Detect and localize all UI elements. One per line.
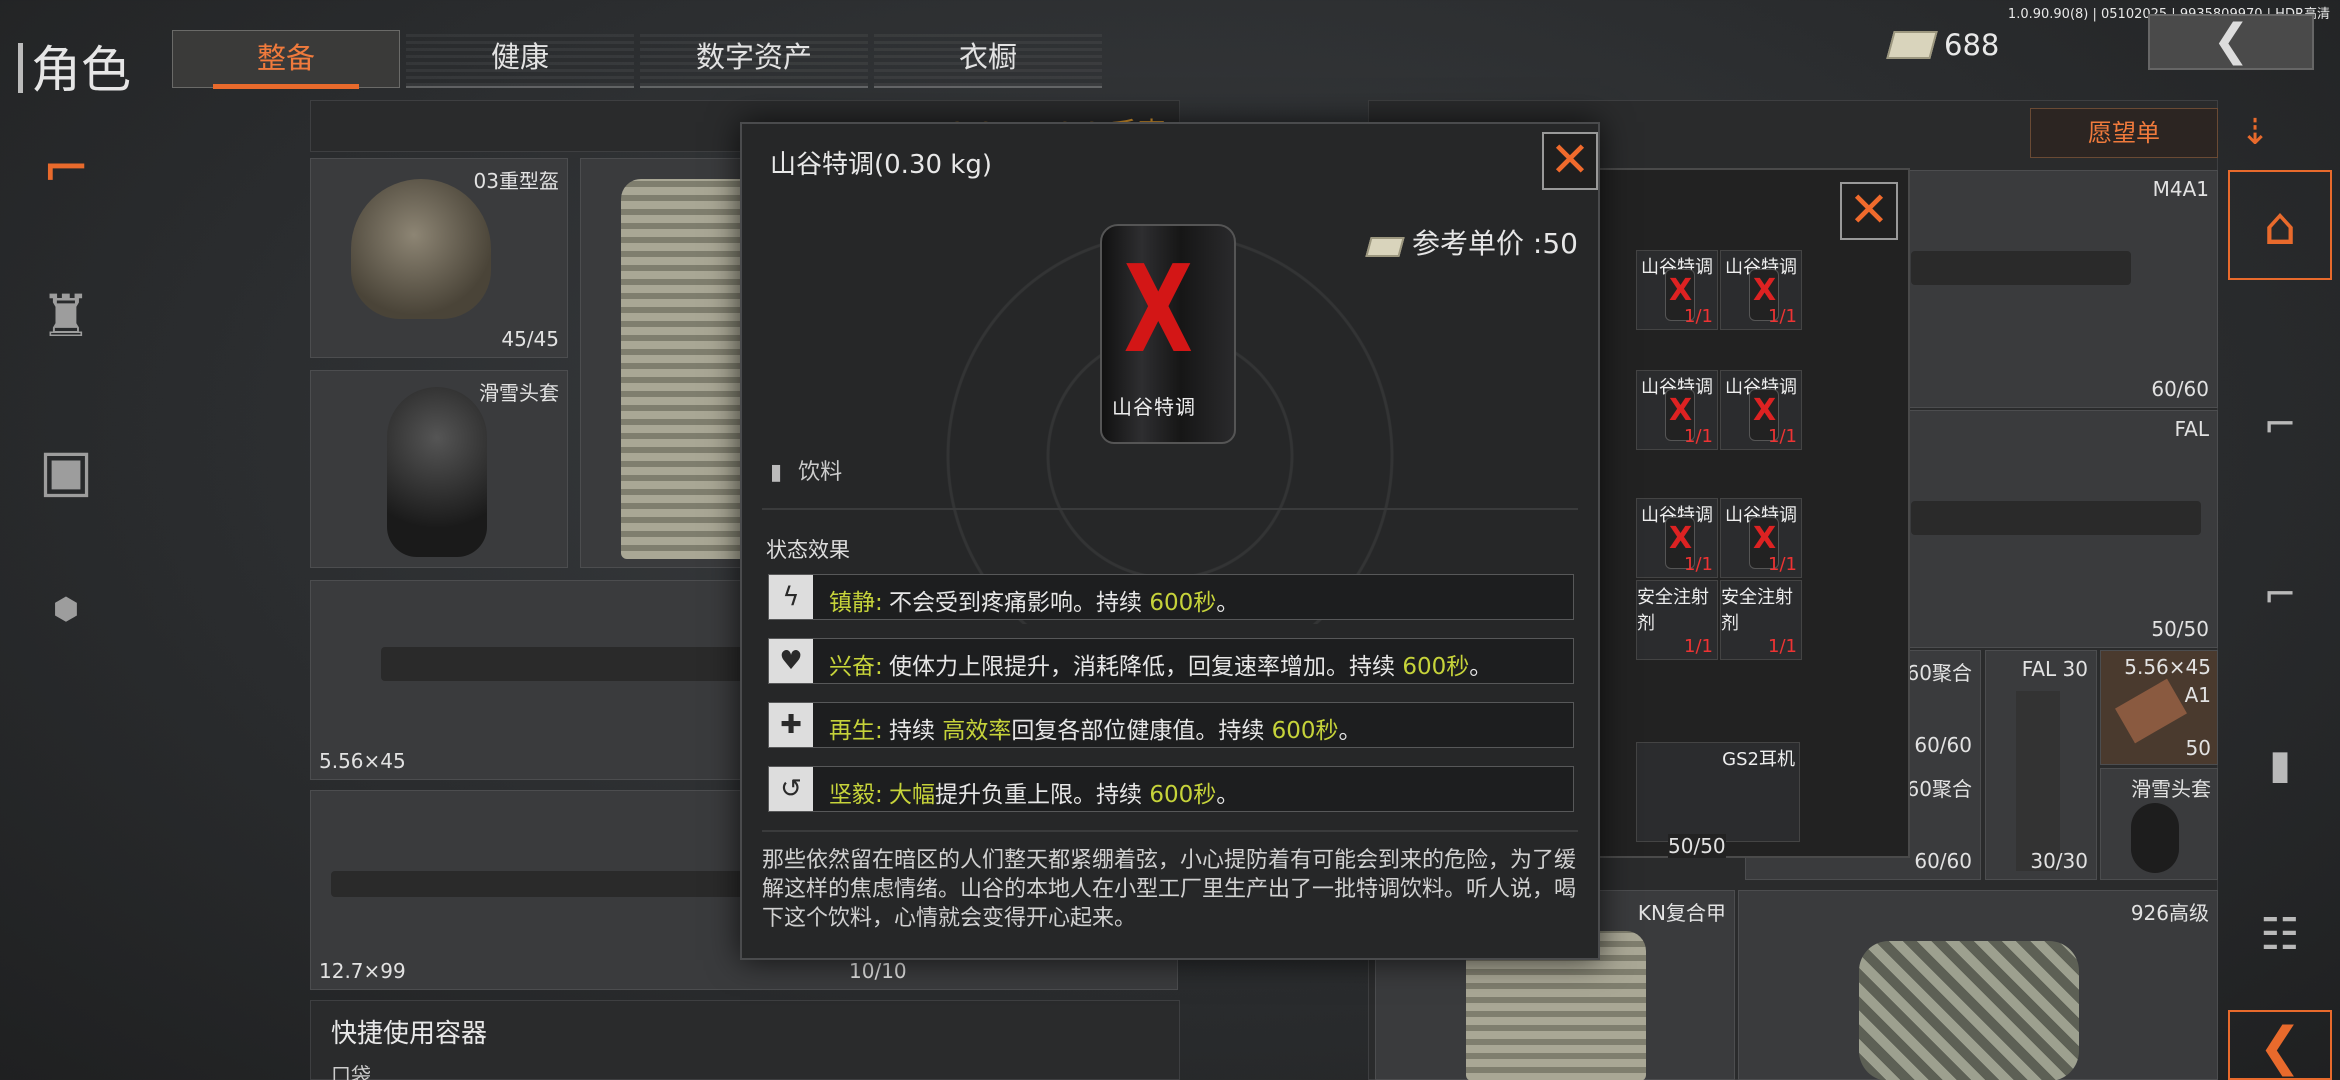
effect-row: ♥ 兴奋: 使体力上限提升，消耗降低，回复速率增加。持续 600秒。	[768, 638, 1574, 684]
gun-icon[interactable]: ⌐	[28, 130, 104, 206]
quick-container[interactable]: 快捷使用容器 口袋	[310, 1000, 1180, 1080]
tab-equip[interactable]: 整备	[172, 30, 400, 89]
cash-icon	[1365, 237, 1405, 257]
page-title: 角色	[18, 30, 131, 102]
cash-icon	[1886, 31, 1938, 59]
home-icon[interactable]: ⌂	[2228, 170, 2332, 280]
sort-icon[interactable]: ⇣	[2240, 112, 2270, 153]
syringe-item[interactable]: 安全注射剂 1/1	[1636, 580, 1718, 660]
tab-digital-assets[interactable]: 数字资产	[640, 30, 868, 88]
can-item[interactable]: 山谷特调1/1	[1720, 250, 1802, 330]
ammo-image	[2115, 678, 2187, 744]
regen-body-icon: ✚	[769, 703, 813, 747]
fal30-mag-item[interactable]: FAL 30 30/30	[1985, 650, 2097, 880]
basket-icon[interactable]: ☷	[2228, 880, 2332, 990]
badge-icon[interactable]: ⬢	[28, 572, 104, 648]
vest926-item[interactable]: 926高级	[1738, 890, 2218, 1080]
wishlist-button[interactable]: 愿望单	[2030, 108, 2218, 158]
can-item[interactable]: 山谷特调1/1	[1636, 498, 1718, 578]
divider	[762, 508, 1578, 510]
helmet-slot[interactable]: 03重型盔 45/45	[310, 158, 568, 358]
collapse-button[interactable]: ❮	[2228, 1010, 2332, 1080]
can-image: X 山谷特调	[1100, 224, 1236, 444]
mask2-image	[2131, 803, 2179, 873]
back-button[interactable]: ❮	[2148, 14, 2314, 70]
backpack-icon[interactable]: ▣	[28, 432, 104, 508]
magazine-icon[interactable]: ▮	[2228, 710, 2332, 820]
bottle-icon: ▮	[770, 460, 783, 485]
item-detail-dialog: 山谷特调(0.30 kg) ✕ 参考单价 :50 X 山谷特调 ▮ 饮料 状态效果 …	[740, 122, 1600, 960]
can-item[interactable]: 山谷特调1/1	[1636, 250, 1718, 330]
divider	[762, 830, 1578, 832]
vest-icon[interactable]: ♜	[28, 278, 104, 354]
rifle-image	[381, 647, 761, 681]
vest926-image	[1859, 941, 2079, 1080]
effect-row: ✚ 再生: 持续 高效率回复各部位健康值。持续 600秒。	[768, 702, 1574, 748]
fal-image	[1911, 501, 2201, 535]
mask2-item[interactable]: 滑雪头套	[2100, 768, 2218, 880]
ammo-item[interactable]: 5.56×45 A1 50	[2100, 650, 2218, 765]
m4a1-item[interactable]: M4A1 60/60	[1900, 170, 2218, 408]
mask-image	[387, 387, 487, 557]
calm-icon: ϟ	[769, 575, 813, 619]
helmet-image	[351, 179, 491, 319]
fal-item[interactable]: FAL 50/50	[1900, 410, 2218, 648]
money-display: 688	[1886, 28, 1999, 62]
item-category: ▮ 饮料	[770, 460, 843, 485]
syringe-item[interactable]: 安全注射剂 1/1	[1720, 580, 1802, 660]
pistol-icon[interactable]: ⌐	[2228, 370, 2332, 480]
heart-bolt-icon: ♥	[769, 639, 813, 683]
can-item[interactable]: 山谷特调1/1	[1636, 370, 1718, 450]
m4a1-image	[1911, 251, 2131, 285]
mask-slot[interactable]: 滑雪头套	[310, 370, 568, 568]
gs2-item[interactable]: GS2耳机	[1636, 742, 1800, 842]
item-description: 那些依然留在暗区的人们整天都紧绷着弦，小心提防着有可能会到来的危险，为了缓解这样…	[762, 848, 1577, 931]
reference-price: 参考单价 :50	[1365, 222, 1578, 262]
strength-icon: ↺	[769, 767, 813, 811]
container-close-button[interactable]: ✕	[1840, 182, 1898, 240]
can-item[interactable]: 山谷特调1/1	[1720, 498, 1802, 578]
effects-title: 状态效果	[766, 538, 850, 562]
chevron-left-icon: ❮	[2212, 15, 2250, 66]
dialog-title: 山谷特调(0.30 kg)	[770, 150, 993, 180]
magazine-image	[2016, 691, 2060, 871]
effect-row: ϟ 镇静: 不会受到疼痛影响。持续 600秒。	[768, 574, 1574, 620]
pistol2-icon[interactable]: ⌐	[2228, 540, 2332, 650]
effect-row: ↺ 坚毅: 大幅提升负重上限。持续 600秒。	[768, 766, 1574, 812]
tab-wardrobe[interactable]: 衣橱	[874, 30, 1102, 88]
dialog-close-button[interactable]: ✕	[1542, 132, 1598, 190]
can-item[interactable]: 山谷特调1/1	[1720, 370, 1802, 450]
tab-health[interactable]: 健康	[406, 30, 634, 88]
